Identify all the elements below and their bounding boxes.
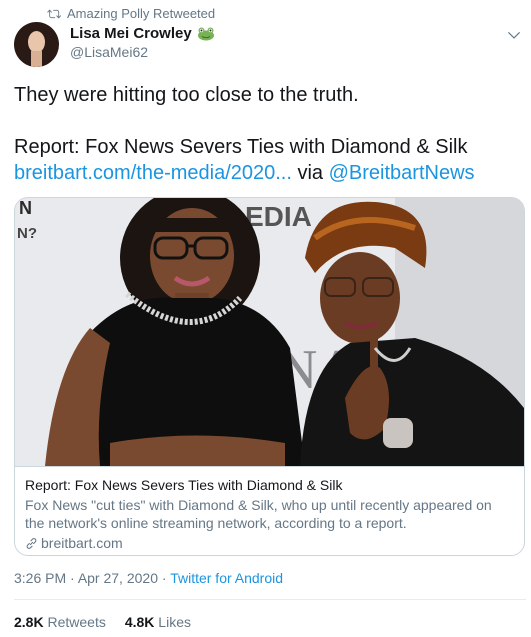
retweet-icon (47, 9, 61, 18)
card-description-line-2: the network's online streaming network, … (25, 515, 407, 531)
chevron-down-icon[interactable] (507, 28, 521, 42)
author-name-row[interactable]: Lisa Mei Crowley (70, 25, 215, 42)
retweet-label[interactable]: Amazing Polly Retweeted (67, 6, 215, 21)
retweets-count: 2.8K (14, 614, 44, 630)
tweet-meta: 3:26 PM · Apr 27, 2020 · Twitter for And… (14, 570, 283, 586)
article-link[interactable]: breitbart.com/the-media/2020... (14, 162, 292, 184)
retweets-label: Retweets (47, 614, 106, 630)
backdrop-text-top: EDIA (245, 201, 312, 232)
via-text: via (291, 162, 329, 184)
retweets-stat[interactable]: 2.8K Retweets (14, 614, 106, 630)
card-image[interactable]: N N? EDIA NA (15, 198, 524, 466)
card-title[interactable]: Report: Fox News Severs Ties with Diamon… (25, 476, 514, 494)
card-description: Fox News "cut ties" with Diamond & Silk,… (25, 496, 514, 532)
likes-label: Likes (158, 614, 191, 630)
author-display-name[interactable]: Lisa Mei Crowley (70, 25, 192, 42)
tweet-date[interactable]: Apr 27, 2020 (78, 570, 158, 586)
card-domain[interactable]: breitbart.com (41, 534, 123, 552)
tweet-line-3: breitbart.com/the-media/2020... via @Bre… (14, 160, 519, 186)
backdrop-text-left: N? (17, 225, 37, 242)
frog-emoji-icon (197, 27, 214, 40)
svg-text:N: N (19, 198, 32, 218)
link-icon (26, 537, 37, 549)
link-card[interactable]: N N? EDIA NA Report: Fox News Severs Tie… (14, 197, 525, 556)
author-block[interactable]: Lisa Mei Crowley @LisaMei62 (70, 25, 215, 60)
avatar[interactable] (14, 22, 59, 67)
card-photo: N N? EDIA NA (15, 198, 524, 466)
card-description-line-1: Fox News "cut ties" with Diamond & Silk,… (25, 497, 492, 513)
divider (14, 599, 526, 600)
meta-separator: · (157, 570, 171, 586)
meta-separator: · (66, 570, 78, 586)
likes-count: 4.8K (124, 614, 155, 630)
mention-link[interactable]: @BreitbartNews (329, 162, 475, 184)
tweet-source[interactable]: Twitter for Android (170, 570, 283, 586)
tweet-time[interactable]: 3:26 PM (14, 570, 66, 586)
author-handle[interactable]: @LisaMei62 (70, 44, 215, 60)
card-domain-row[interactable]: breitbart.com (25, 534, 514, 552)
likes-stat[interactable]: 4.8K Likes (125, 614, 191, 630)
tweet-text: They were hitting too close to the truth… (14, 82, 519, 186)
retweet-context[interactable]: Amazing Polly Retweeted (47, 6, 215, 21)
tweet-line-1: They were hitting too close to the truth… (14, 84, 359, 106)
tweet-line-2: Report: Fox News Severs Ties with Diamon… (14, 136, 468, 158)
tweet-stats: 2.8K Retweets 4.8K Likes (14, 614, 191, 630)
card-body[interactable]: Report: Fox News Severs Ties with Diamon… (15, 466, 524, 555)
